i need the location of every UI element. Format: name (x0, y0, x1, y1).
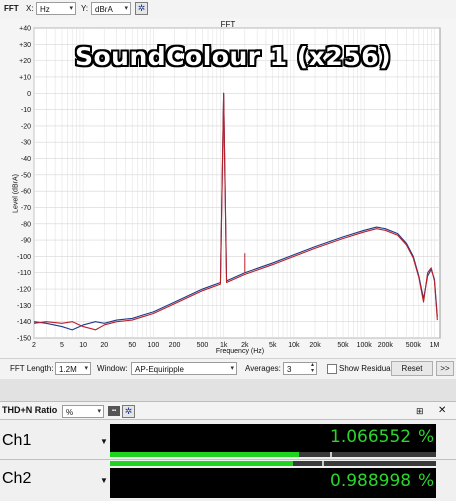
y-tick-label: 0 (27, 91, 31, 98)
level-bar-fill (110, 452, 300, 457)
fft-length-label: FFT Length: (10, 364, 54, 373)
y-tick-label: +30 (19, 42, 31, 49)
y-tick-label: -120 (17, 287, 31, 294)
x-tick-label: 5 (60, 342, 64, 348)
x-tick-label: 20k (309, 342, 321, 348)
y-tick-label: -60 (21, 189, 31, 196)
meter-unit: % (418, 471, 435, 491)
x-tick-label: 200k (378, 342, 394, 348)
thd-title: THD+N Ratio (2, 405, 58, 415)
fft-length-value: 1.2M (59, 365, 77, 374)
y-axis-label: Y: (81, 4, 89, 13)
meter-value: 0.988998 (330, 471, 412, 491)
y-tick-label: +40 (19, 26, 31, 33)
x-tick-labels: 2 5 10 20 50 100 200 500 1k 2k 5k 10k 20k 50k 100k 200k… (32, 342, 439, 348)
level-bar-fill (110, 461, 293, 466)
y-tick-label: -10 (21, 107, 31, 114)
thd-unit-value: % (66, 408, 74, 417)
y-unit-value: dBrA (95, 5, 113, 14)
reset-button[interactable]: Reset (391, 361, 433, 376)
more-button[interactable]: >> (436, 361, 454, 376)
spinner-icon: ▴ ▾ (310, 362, 314, 374)
y-unit-select[interactable]: dBrA ▾ (91, 2, 131, 15)
window-value: AP-Equiripple (135, 365, 184, 374)
thd-toolbar: % ▾ ▪▪ ✲ ⊞ ✕ (0, 401, 456, 420)
x-tick-label: 200 (169, 342, 181, 348)
y-tick-label: -50 (21, 172, 31, 179)
chevron-down-icon[interactable]: ▼ (100, 476, 108, 485)
show-residual-label: Show Residual (339, 364, 393, 373)
y-tick-label: -110 (18, 270, 32, 277)
x-tick-label: 2 (32, 342, 36, 348)
peak-marker (322, 461, 324, 466)
show-residual-checkbox[interactable] (327, 364, 337, 374)
x-tick-label: 5k (269, 342, 277, 348)
x-unit-value: Hz (40, 5, 50, 14)
level-bar (110, 452, 436, 457)
chevron-down-icon: ▾ (124, 5, 128, 12)
meter-unit: % (418, 427, 435, 447)
y-tick-label: -80 (21, 221, 31, 228)
chevron-down-icon: ▾ (84, 365, 88, 372)
x-tick-label: 10k (288, 342, 300, 348)
level-bar (110, 461, 436, 466)
panel-separator (0, 379, 456, 401)
y-tick-label: -30 (21, 140, 31, 147)
y-tick-label: -20 (21, 123, 31, 130)
y-tick-label: -130 (17, 303, 31, 310)
x-tick-label: 50k (337, 342, 349, 348)
graph-toolbar: FFT X: Hz ▾ Y: dBrA ▾ ✲ (0, 0, 456, 19)
y-tick-label: -100 (17, 254, 31, 261)
chevron-down-icon: ▾ (230, 365, 234, 372)
window-select[interactable]: AP-Equiripple ▾ (131, 362, 237, 375)
gear-icon[interactable]: ✲ (122, 405, 135, 418)
chevron-down-icon: ▾ (69, 5, 73, 12)
y-tick-label: -70 (21, 205, 31, 212)
fft-controls: FFT Length: 1.2M ▾ Window: AP-Equiripple… (0, 358, 456, 379)
close-icon[interactable]: ✕ (438, 405, 446, 416)
x-axis-label: X: (26, 4, 34, 13)
x-tick-label: 500k (406, 342, 422, 348)
x-tick-label: 100 (148, 342, 160, 348)
y-tick-label: +20 (19, 58, 31, 65)
x-axis-title: Frequency (Hz) (215, 348, 265, 355)
graph-name: FFT (4, 4, 19, 13)
gear-icon[interactable]: ✲ (135, 2, 148, 15)
overlay-title: SoundColour 1 (x256) (75, 42, 392, 71)
y-tick-label: +10 (19, 74, 31, 81)
plot-background (33, 27, 441, 339)
window-label: Window: (97, 364, 128, 373)
averages-value: 3 (287, 365, 292, 374)
peak-marker (330, 452, 332, 457)
y-tick-label: -40 (21, 156, 31, 163)
y-tick-labels: +40 +30 +20 +10 0 -10 -20 -30 -40 -50 -60 -70 -80 -90… (17, 26, 31, 343)
channel-label: Ch1 (2, 432, 32, 449)
x-tick-label: 20 (100, 342, 108, 348)
x-tick-label: 100k (357, 342, 373, 348)
x-tick-label: 2k (241, 342, 249, 348)
averages-label: Averages: (245, 364, 281, 373)
chevron-down-icon[interactable]: ▼ (100, 437, 108, 446)
x-tick-label: 500 (197, 342, 209, 348)
chevron-down-icon: ▾ (97, 408, 101, 415)
x-tick-label: 1k (220, 342, 228, 348)
channel-label: Ch2 (2, 470, 32, 487)
meter-value: 1.066552 (330, 427, 412, 447)
y-tick-label: -90 (21, 238, 31, 245)
pin-icon[interactable]: ⊞ (416, 406, 424, 417)
display-mode-icon[interactable]: ▪▪ (108, 406, 120, 416)
x-tick-label: 1M (430, 342, 440, 348)
y-tick-label: -150 (17, 336, 31, 343)
x-tick-label: 10 (79, 342, 87, 348)
averages-stepper[interactable]: 3 ▴ ▾ (283, 362, 317, 375)
fft-length-select[interactable]: 1.2M ▾ (55, 362, 91, 375)
x-tick-label: 50 (128, 342, 136, 348)
x-unit-select[interactable]: Hz ▾ (36, 2, 76, 15)
thd-unit-select[interactable]: % ▾ (62, 405, 104, 418)
y-tick-label: -140 (17, 319, 31, 326)
